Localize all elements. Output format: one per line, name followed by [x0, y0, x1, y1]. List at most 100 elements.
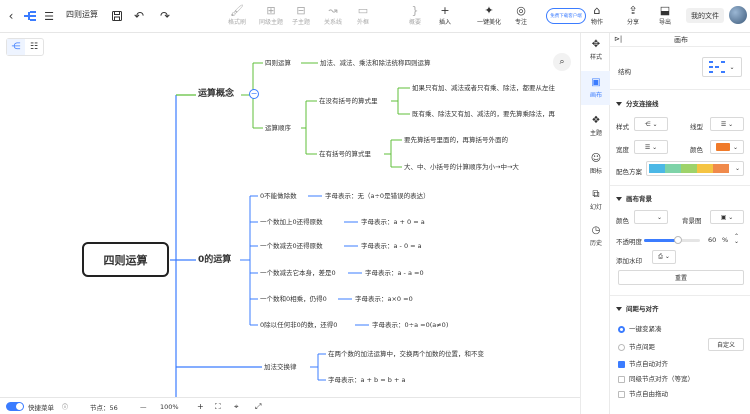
- checkbox[interactable]: [618, 375, 625, 383]
- spacing-radio-1[interactable]: 节点间距: [618, 341, 655, 351]
- quick-menu-toggle[interactable]: 快捷菜单: [6, 401, 54, 412]
- topic-node[interactable]: 加法交换律: [264, 362, 297, 372]
- divider: [610, 46, 750, 47]
- side-tab-0[interactable]: ✥ 样式: [581, 33, 611, 67]
- menu-icon[interactable]: ☰: [42, 0, 56, 32]
- formula-node[interactable]: 字母表示：无（a÷0是错误的表达）: [325, 191, 430, 201]
- beautify-tool[interactable]: ✦ 一键美化: [474, 3, 504, 31]
- branch-section-title[interactable]: 分支连接线: [616, 98, 659, 108]
- line-type-select[interactable]: ☰ ⌄: [710, 117, 744, 131]
- formula-node[interactable]: 字母表示：a×0 =0: [355, 294, 413, 304]
- opacity-slider[interactable]: [644, 236, 700, 244]
- mindmap-view-icon[interactable]: ⋲: [7, 39, 25, 55]
- formula-node[interactable]: 字母表示：a - a =0: [365, 268, 424, 278]
- focus-tool[interactable]: ◎ 专注: [506, 3, 536, 31]
- download-client-button[interactable]: 免费下载客户端: [546, 8, 586, 24]
- formula-node[interactable]: 字母表示：a - 0 = a: [361, 241, 422, 251]
- undo-icon[interactable]: ↶: [132, 0, 146, 32]
- child-topic-tool[interactable]: ⊟ 子主题: [286, 3, 316, 31]
- topic-node[interactable]: 在两个数的加法运算中，交换两个加数的位置，和不变: [328, 349, 484, 359]
- reset-button[interactable]: 重置: [618, 270, 744, 285]
- format-brush-tool[interactable]: 🖌 格式刷: [222, 3, 252, 31]
- root-node[interactable]: 四则运算: [82, 242, 169, 277]
- zoom-level[interactable]: 100%: [160, 401, 179, 412]
- bg-section-title[interactable]: 画布背景: [616, 193, 652, 203]
- branch-style-select[interactable]: ⋲ ⌄: [634, 117, 668, 131]
- topic-node[interactable]: 在有括号的算式里: [319, 149, 371, 159]
- formula-node[interactable]: 字母表示：a + 0 = a: [361, 217, 425, 227]
- side-tab-5[interactable]: ◷ 历史: [581, 219, 611, 253]
- locate-icon[interactable]: ⌖: [234, 401, 239, 412]
- fullscreen-icon[interactable]: ⤢: [255, 401, 261, 412]
- branch-color-select[interactable]: ⌄: [710, 140, 744, 154]
- rule-node[interactable]: 一个数加上0还得原数: [260, 217, 323, 227]
- topic-node[interactable]: 四则运算: [265, 58, 291, 68]
- topic-node[interactable]: 加法、减法、乘法和除法统称四则运算: [320, 58, 431, 68]
- tool-label: 子主题: [291, 19, 310, 26]
- search-icon[interactable]: ⌕: [553, 53, 571, 71]
- document-title[interactable]: 四则运算: [66, 9, 98, 20]
- toggle-switch[interactable]: [6, 402, 24, 411]
- insert-tool[interactable]: + 插入: [430, 3, 460, 31]
- theme-tool[interactable]: ⌂ 物作: [582, 3, 612, 31]
- topic-node[interactable]: 运算顺序: [265, 123, 291, 133]
- redo-icon[interactable]: ↷: [158, 0, 172, 32]
- sibling-topic-tool[interactable]: ⊞ 同级主题: [256, 3, 286, 31]
- watermark-select[interactable]: ⎙ ⌄: [652, 250, 676, 264]
- topic-node[interactable]: 要先算括号里面的，再算括号外面的: [404, 135, 508, 145]
- stepper-icon[interactable]: ⌃ ⌄: [734, 234, 739, 245]
- app-logo-icon[interactable]: [22, 0, 38, 32]
- my-files-button[interactable]: 我的文件: [686, 8, 724, 23]
- rule-node[interactable]: 0不能做除数: [260, 191, 297, 201]
- share-tool[interactable]: ⇪ 分享: [618, 3, 648, 31]
- align-checkbox-2[interactable]: 节点自由拖动: [618, 388, 668, 398]
- custom-spacing-button[interactable]: 自定义: [708, 338, 744, 351]
- help-icon[interactable]: ⓘ: [62, 401, 68, 412]
- summary-tool[interactable]: } 概要: [400, 3, 430, 31]
- user-avatar[interactable]: [729, 6, 747, 24]
- relation-line-tool[interactable]: ↝ 关系线: [318, 3, 348, 31]
- export-tool[interactable]: ⬓ 导出: [650, 3, 680, 31]
- side-tab-1[interactable]: ▣ 画布: [581, 71, 611, 105]
- bg-image-select[interactable]: ▣ ⌄: [710, 210, 744, 224]
- layout-section-title[interactable]: 间距与对齐: [616, 303, 659, 313]
- rule-node[interactable]: 一个数减去0还得原数: [260, 241, 323, 251]
- topic-node[interactable]: 大、中、小括号的计算顺序为小→中→大: [404, 162, 519, 172]
- zoom-out-button[interactable]: —: [140, 401, 147, 412]
- side-tab-3[interactable]: ☺ 图标: [581, 147, 611, 181]
- align-checkbox-1[interactable]: 同级节点对齐（等宽）: [618, 373, 694, 383]
- bg-color-select[interactable]: ⌄: [634, 210, 668, 224]
- rule-node[interactable]: 0除以任何非0的数，还得0: [260, 320, 337, 330]
- rule-node[interactable]: 一个数减去它本身，差是0: [260, 268, 336, 278]
- side-tab-4[interactable]: ⧉ 幻灯: [581, 183, 611, 217]
- topic-node[interactable]: 如果只有加、减法或者只有乘、除法，都要从左往: [412, 83, 555, 93]
- formula-node[interactable]: 字母表示：0÷a =0(a≠0): [372, 320, 448, 330]
- zoom-in-button[interactable]: +: [197, 401, 204, 412]
- rule-node[interactable]: 一个数和0相乘，仍得0: [260, 294, 327, 304]
- side-tab-2[interactable]: ❖ 主题: [581, 109, 611, 143]
- radio-button[interactable]: [618, 343, 625, 351]
- back-icon[interactable]: ‹: [4, 0, 18, 32]
- opacity-value[interactable]: 60: [708, 236, 716, 244]
- topic-node[interactable]: 字母表示：a + b = b + a: [328, 375, 405, 385]
- outline-view-icon[interactable]: ☷: [25, 39, 43, 55]
- mindmap-canvas[interactable]: ⋲ ☷ ⌕ 四则运算 运算概念 − 四则运算 加法、减法、乘法和除法统称四则运算…: [0, 33, 580, 397]
- checkbox[interactable]: [618, 390, 625, 398]
- spacing-radio-0[interactable]: 一键变紧凑: [618, 323, 662, 333]
- align-checkbox-0[interactable]: 节点自动对齐: [618, 358, 668, 368]
- save-icon[interactable]: [110, 0, 124, 32]
- checkbox[interactable]: [618, 360, 625, 368]
- branch-node-concept[interactable]: 运算概念: [198, 89, 234, 99]
- radio-button[interactable]: [618, 325, 625, 333]
- opacity-slider-handle[interactable]: [673, 236, 682, 244]
- collapse-toggle-icon[interactable]: −: [249, 89, 259, 99]
- line-width-select[interactable]: ☰ ⌄: [634, 140, 668, 154]
- fit-screen-icon[interactable]: ⛶: [215, 401, 221, 412]
- topic-node[interactable]: 既有乘、除法又有加、减法的，要先算乘除法，再: [412, 109, 555, 119]
- branch-node-zero[interactable]: 0的运算: [198, 255, 231, 265]
- collapse-panel-icon[interactable]: ⊳|: [614, 35, 622, 43]
- color-scheme-select[interactable]: ⌄: [646, 161, 744, 176]
- topic-node[interactable]: 在没有括号的算式里: [319, 96, 378, 106]
- structure-select[interactable]: ⌄: [702, 57, 742, 77]
- outer-frame-tool[interactable]: ▭ 外框: [348, 3, 378, 31]
